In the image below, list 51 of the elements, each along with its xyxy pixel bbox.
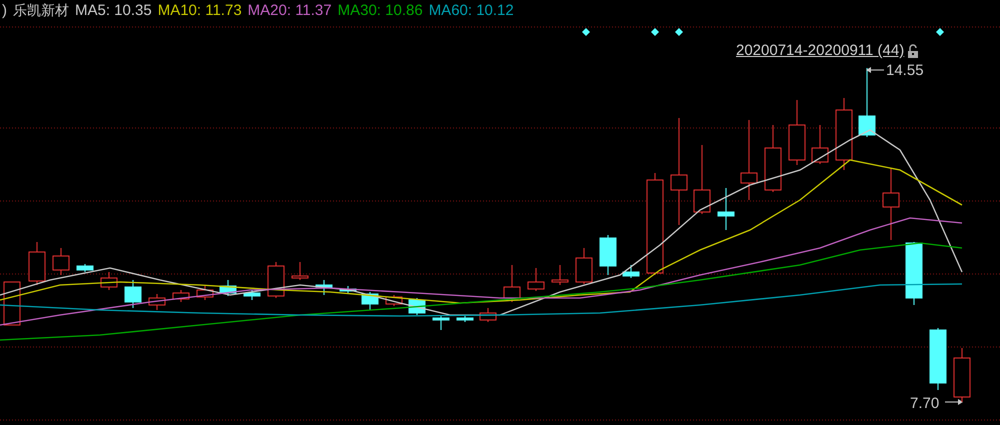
date-range-link[interactable]: 20200714-20200911 (44) bbox=[736, 40, 904, 62]
moving-average-value: MA10: 11.73 bbox=[158, 0, 242, 21]
candlestick bbox=[268, 262, 284, 298]
candlestick bbox=[788, 100, 806, 166]
candlestick bbox=[812, 124, 828, 164]
stock-name: 乐凯新材 bbox=[13, 2, 69, 20]
moving-average-value: MA60: 10.12 bbox=[428, 0, 514, 21]
candlestick bbox=[858, 68, 876, 138]
candlestick bbox=[124, 280, 142, 308]
candlestick bbox=[340, 286, 356, 294]
candlestick bbox=[694, 144, 710, 214]
moving-average-value: MA5: 10.35 bbox=[75, 0, 152, 21]
candlestick bbox=[600, 234, 616, 276]
candlestick bbox=[386, 294, 402, 306]
candlestick bbox=[292, 262, 308, 280]
candlestick bbox=[100, 272, 118, 290]
candlestick bbox=[432, 316, 450, 330]
diamond-marker bbox=[675, 28, 683, 36]
candlestick bbox=[552, 264, 568, 286]
candlestick bbox=[622, 264, 640, 278]
high-price-label: 14.55 bbox=[886, 61, 924, 81]
candlestick bbox=[148, 294, 166, 310]
candlestick bbox=[362, 292, 378, 310]
candlestick bbox=[906, 242, 922, 306]
candlestick bbox=[316, 280, 332, 296]
low-price-label: 7.70 bbox=[910, 394, 940, 414]
candlestick bbox=[930, 328, 946, 390]
candlestick bbox=[528, 268, 544, 292]
candlestick bbox=[220, 280, 236, 296]
candlestick bbox=[504, 264, 520, 302]
open-padlock-icon[interactable] bbox=[907, 44, 920, 58]
candlestick bbox=[718, 188, 734, 230]
diamond-marker bbox=[936, 28, 944, 36]
leader-line bbox=[866, 67, 884, 116]
header-prefix: ) bbox=[2, 0, 7, 21]
candlestick bbox=[576, 248, 592, 284]
candlestick bbox=[76, 264, 94, 272]
candlestick bbox=[172, 290, 190, 302]
candlestick bbox=[480, 308, 496, 322]
candlestick bbox=[244, 290, 260, 300]
candlestick bbox=[954, 348, 970, 398]
candlestick bbox=[196, 286, 214, 300]
candlestick bbox=[52, 248, 70, 276]
candlestick bbox=[28, 242, 46, 286]
diamond-marker bbox=[651, 28, 659, 36]
leader-line bbox=[944, 396, 963, 405]
diamond-marker bbox=[582, 28, 590, 36]
candlestick bbox=[456, 316, 474, 322]
candlestick bbox=[764, 124, 782, 192]
moving-average-value: MA20: 11.37 bbox=[248, 0, 332, 21]
moving-average-value: MA30: 10.86 bbox=[338, 0, 423, 21]
